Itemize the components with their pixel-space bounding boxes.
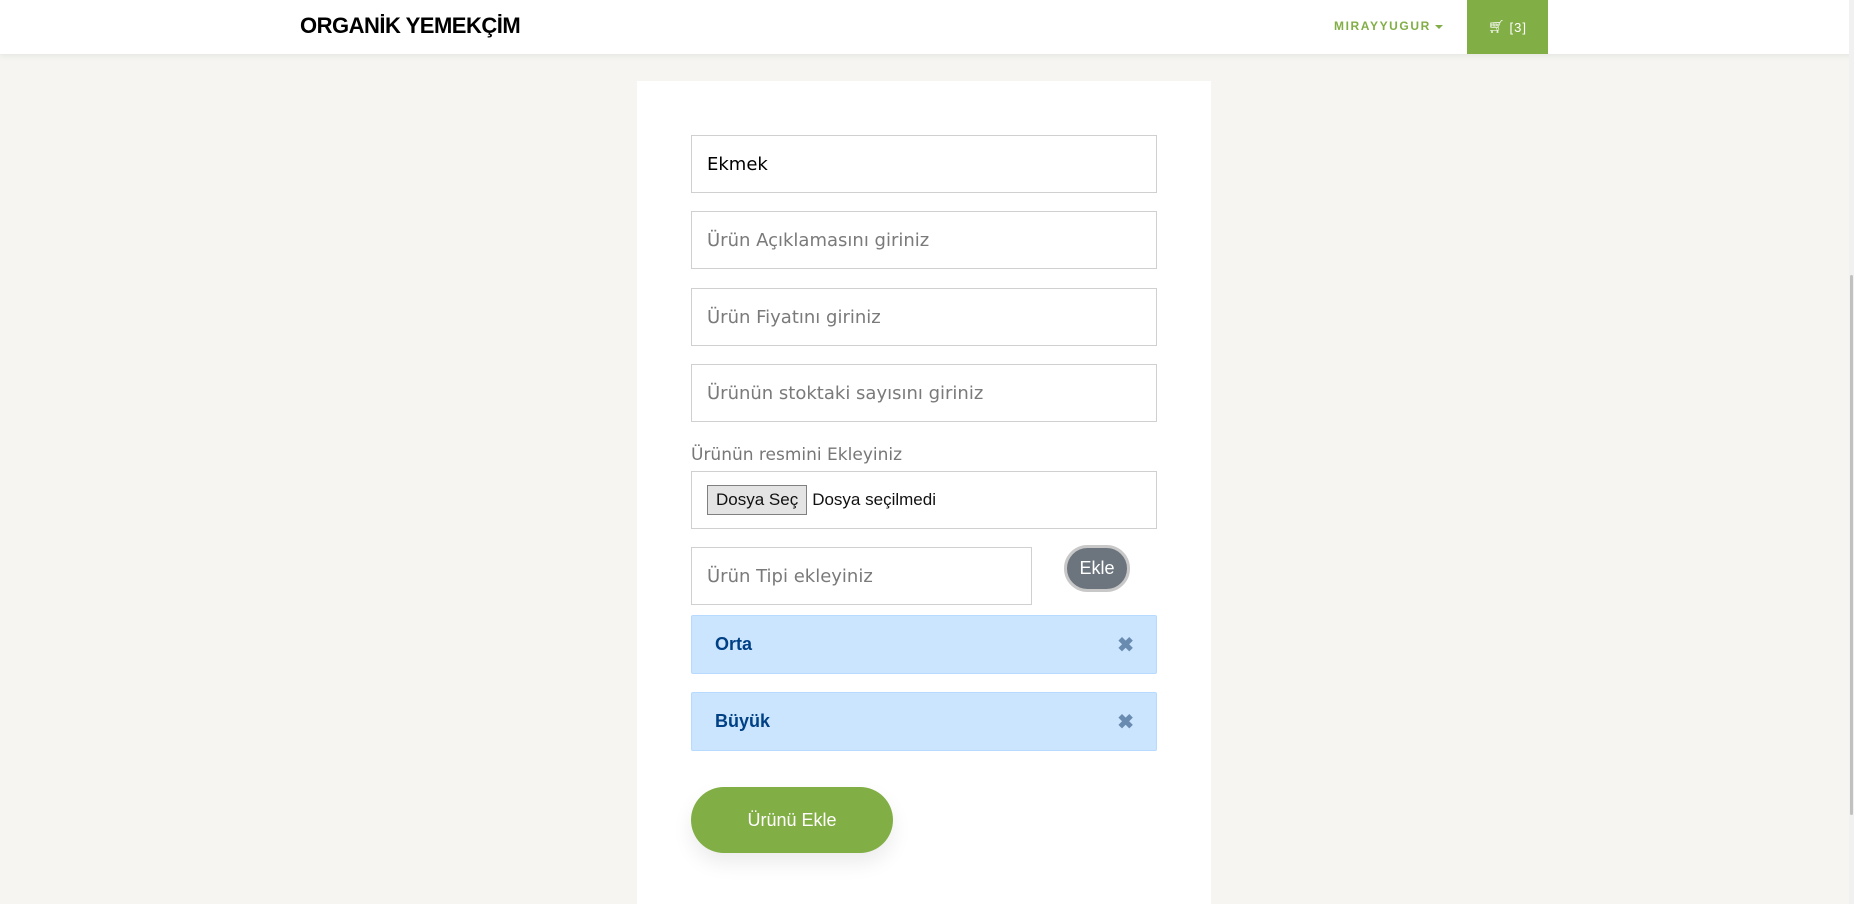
navbar: ORGANİK YEMEKÇİM MIRAYYUGUR 🛒︎ [3] xyxy=(0,0,1854,54)
type-tag-label: Büyük xyxy=(715,711,771,731)
submit-product-button[interactable]: Ürünü Ekle xyxy=(691,787,893,853)
product-name-input[interactable]: Ekmek xyxy=(691,135,1157,193)
choose-file-button[interactable]: Dosya Seç xyxy=(707,485,808,515)
type-tag: Orta ✖ xyxy=(691,615,1157,674)
image-upload-field[interactable]: Dosya Seç Dosya seçilmedi xyxy=(691,471,1157,529)
product-description-input[interactable]: Ürün Açıklamasını giriniz xyxy=(691,211,1157,269)
caret-down-icon xyxy=(1434,24,1443,29)
user-menu-label: MIRAYYUGUR xyxy=(1334,19,1431,33)
product-type-input[interactable]: Ürün Tipi ekleyiniz xyxy=(691,547,1032,605)
image-upload-label: Ürünün resmini Ekleyiniz xyxy=(691,445,903,465)
user-menu-dropdown[interactable]: MIRAYYUGUR xyxy=(1334,19,1443,33)
brand-logo[interactable]: ORGANİK YEMEKÇİM xyxy=(300,13,521,39)
shopping-cart-icon: 🛒︎ xyxy=(1488,19,1506,34)
type-tag: Büyük ✖ xyxy=(691,692,1157,751)
close-icon[interactable]: ✖ xyxy=(1117,709,1134,734)
product-price-input[interactable]: Ürün Fiyatını giriniz xyxy=(691,288,1157,346)
cart-button[interactable]: 🛒︎ [3] xyxy=(1467,0,1548,54)
product-stock-input[interactable]: Ürünün stoktaki sayısını giriniz xyxy=(691,364,1157,422)
add-type-button[interactable]: Ekle xyxy=(1064,545,1130,592)
file-status-text: Dosya seçilmedi xyxy=(812,490,936,509)
cart-count: [3] xyxy=(1509,19,1527,35)
type-tag-label: Orta xyxy=(715,634,753,654)
scrollbar-thumb[interactable] xyxy=(1850,275,1853,815)
close-icon[interactable]: ✖ xyxy=(1117,632,1134,657)
